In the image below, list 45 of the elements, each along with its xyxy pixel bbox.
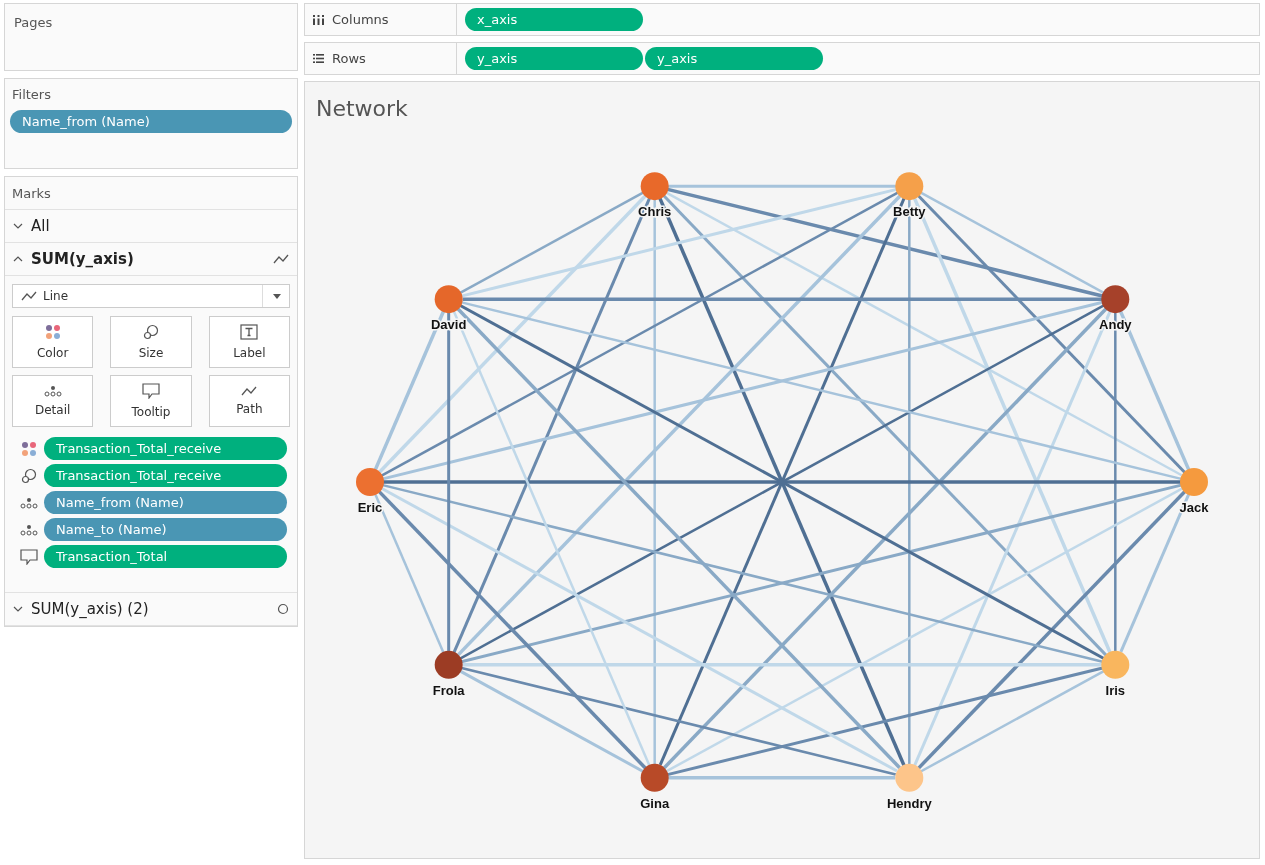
caret-icon	[273, 293, 281, 299]
node-label: Eric	[357, 500, 383, 515]
mark-card-button[interactable]: Detail	[12, 375, 94, 427]
panel-title: Marks	[5, 177, 297, 210]
detail-icon	[20, 523, 38, 536]
shelf-label: Columns	[332, 12, 389, 27]
mark-card-button[interactable]: Tooltip	[110, 375, 192, 427]
chart-title: Network	[315, 95, 409, 121]
section-label: All	[31, 217, 50, 235]
detail-icon	[43, 385, 62, 397]
section-label: SUM(y_axis)	[31, 250, 134, 268]
color-icon	[21, 440, 37, 457]
mark-card-button[interactable]: Label	[208, 316, 290, 368]
shelf-label: Rows	[332, 51, 366, 66]
marks-section-header[interactable]: All	[5, 210, 297, 243]
tooltip-icon	[142, 383, 160, 399]
node-label: Hendry	[886, 795, 932, 811]
line-chart-icon	[21, 291, 37, 301]
label-icon	[240, 324, 259, 340]
panel-title: Pages	[13, 15, 53, 30]
marks-section-header[interactable]: SUM(y_axis)	[5, 243, 297, 276]
panel-title: Filters	[11, 87, 52, 102]
size-icon	[21, 467, 37, 484]
mark-card-button[interactable]: Color	[12, 316, 94, 368]
node-label: Gina	[640, 795, 670, 811]
mark-type-dropdown[interactable]: Line	[12, 284, 290, 308]
node-label: Jack	[1179, 500, 1209, 515]
color-icon	[44, 324, 61, 340]
chevron-down-icon	[13, 606, 23, 612]
rows-icon	[313, 54, 324, 63]
mark-card-button[interactable]: Path	[208, 375, 290, 427]
section-label: SUM(y_axis) (2)	[31, 600, 149, 618]
marks-section-header[interactable]: SUM(y_axis) (2)	[5, 593, 297, 626]
node-label: Frola	[432, 682, 465, 698]
tooltip-icon	[20, 548, 38, 565]
path-icon	[241, 386, 258, 396]
size-icon	[143, 324, 159, 340]
line-chart-icon	[273, 254, 289, 264]
detail-icon	[20, 496, 38, 509]
mark-card-button[interactable]: Size	[110, 316, 192, 368]
circle-icon	[277, 603, 289, 615]
columns-icon	[313, 14, 324, 25]
chevron-down-icon	[13, 223, 23, 229]
node-label: Iris	[1105, 682, 1126, 698]
chevron-up-icon	[13, 256, 23, 262]
